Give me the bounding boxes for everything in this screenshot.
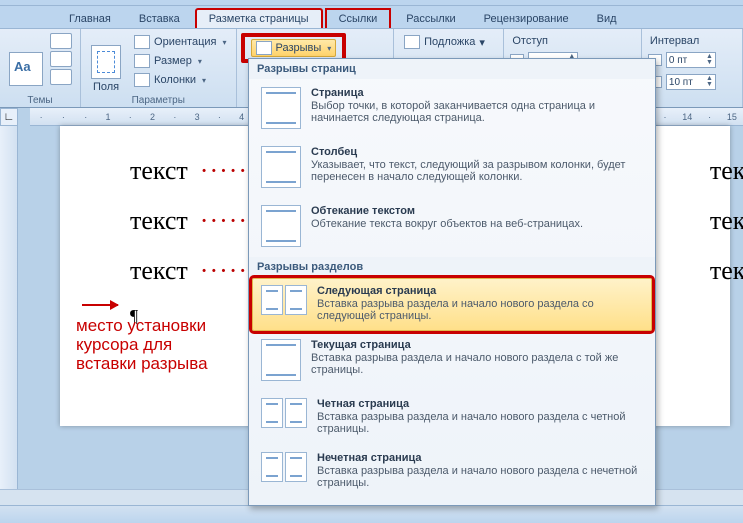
theme-fonts-button[interactable] <box>50 51 72 67</box>
chevron-down-icon: ▾ <box>479 36 485 49</box>
columns-icon <box>134 73 150 87</box>
menu-header-pages: Разрывы страниц <box>249 59 655 79</box>
spacing-header: Интервал <box>646 35 738 47</box>
spacing-before-field[interactable]: 0 пт▲▼ <box>646 51 738 69</box>
watermark-label: Подложка <box>424 36 475 48</box>
watermark-button[interactable]: Подложка ▾ <box>398 33 491 51</box>
breaks-menu: Разрывы страниц Страница Выбор точки, в … <box>248 58 656 506</box>
doc-word: текст <box>130 156 188 186</box>
spacing-after-field[interactable]: 10 пт▲▼ <box>646 73 738 91</box>
doc-word: текст <box>710 156 743 186</box>
columns-label: Колонки <box>154 74 196 86</box>
text-wrapping-icon <box>261 205 301 247</box>
tab-mailings[interactable]: Рассылки <box>393 9 468 28</box>
menu-item-column-break[interactable]: Столбец Указывает, что текст, следующий … <box>252 139 652 197</box>
spacing-before-value: 0 пт <box>669 55 687 66</box>
doc-word: текст <box>130 256 188 286</box>
page-size-icon <box>134 54 150 68</box>
status-bar <box>0 505 743 523</box>
orientation-icon <box>134 35 150 49</box>
orientation-button[interactable]: Ориентация ▾ <box>129 33 231 51</box>
group-label-themes: Темы <box>0 95 80 106</box>
page-break-icon <box>261 87 301 129</box>
menu-item-text-wrapping[interactable]: Обтекание текстом Обтекание текста вокру… <box>252 198 652 256</box>
vertical-ruler[interactable] <box>0 126 18 523</box>
chevron-down-icon: ▾ <box>327 44 331 53</box>
group-spacing: Интервал 0 пт▲▼ 10 пт▲▼ Абзац <box>642 29 743 107</box>
tab-review[interactable]: Рецензирование <box>471 9 582 28</box>
group-label-page-setup: Параметры <box>81 95 235 106</box>
watermark-icon <box>404 35 420 49</box>
chevron-down-icon: ▾ <box>198 57 202 66</box>
even-page-icon <box>261 398 307 435</box>
theme-effects-button[interactable] <box>50 69 72 85</box>
continuous-icon <box>261 339 301 381</box>
orientation-label: Ориентация <box>154 36 216 48</box>
tab-page-layout[interactable]: Разметка страницы <box>195 8 323 28</box>
breaks-button[interactable]: Разрывы ▾ <box>251 39 337 57</box>
themes-icon <box>9 52 43 86</box>
columns-button[interactable]: Колонки ▾ <box>129 71 231 89</box>
menu-item-even-page[interactable]: Четная страница Вставка разрыва раздела … <box>252 391 652 444</box>
next-page-icon <box>261 285 307 322</box>
doc-word: текст <box>130 206 188 236</box>
menu-header-sections: Разрывы разделов <box>249 257 655 277</box>
margins-icon <box>91 45 121 79</box>
tab-selector[interactable]: ∟ <box>0 108 18 126</box>
column-break-icon <box>261 146 301 188</box>
group-page-setup: Поля Ориентация ▾ Размер ▾ Колонки ▾ <box>81 29 236 107</box>
menu-item-odd-page[interactable]: Нечетная страница Вставка разрыва раздел… <box>252 445 652 498</box>
tab-insert[interactable]: Вставка <box>126 9 193 28</box>
page-size-button[interactable]: Размер ▾ <box>129 52 231 70</box>
indent-header: Отступ <box>508 35 637 47</box>
chevron-down-icon: ▾ <box>222 38 226 47</box>
breaks-label: Разрывы <box>276 42 322 54</box>
menu-item-page-break[interactable]: Страница Выбор точки, в которой заканчив… <box>252 80 652 138</box>
tab-view[interactable]: Вид <box>584 9 630 28</box>
menu-item-continuous[interactable]: Текущая страница Вставка разрыва раздела… <box>252 332 652 390</box>
breaks-icon <box>256 41 272 55</box>
ribbon-tabs: Главная Вставка Разметка страницы Ссылки… <box>0 6 743 28</box>
annotation-arrow <box>82 304 118 306</box>
odd-page-icon <box>261 452 307 489</box>
doc-word: текст <box>710 256 743 286</box>
margins-label: Поля <box>93 81 119 93</box>
page-size-label: Размер <box>154 55 192 67</box>
tab-references[interactable]: Ссылки <box>325 8 392 28</box>
annotation-text: место установки курсора для вставки разр… <box>76 316 208 373</box>
doc-word: текст <box>710 206 743 236</box>
menu-item-next-page[interactable]: Следующая страница Вставка разрыва разде… <box>252 278 652 331</box>
spacing-after-value: 10 пт <box>669 77 693 88</box>
theme-colors-button[interactable] <box>50 33 72 49</box>
group-themes: Темы <box>0 29 81 107</box>
tab-home[interactable]: Главная <box>56 9 124 28</box>
chevron-down-icon: ▾ <box>202 76 206 85</box>
